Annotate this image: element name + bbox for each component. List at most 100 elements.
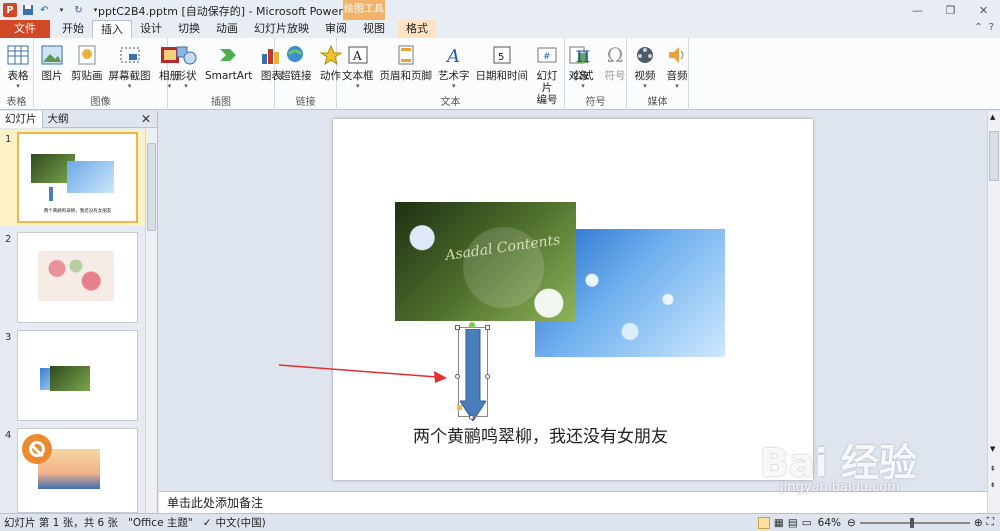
smartart-icon bbox=[216, 42, 242, 68]
pi-icon: π bbox=[575, 42, 591, 68]
help-icon[interactable]: ? bbox=[989, 22, 994, 33]
close-icon[interactable]: ✕ bbox=[967, 0, 1000, 20]
tab-animations[interactable]: 动画 bbox=[208, 20, 246, 38]
window-title: pptC2B4.pptm [自动保存的] - Microsoft PowerPo… bbox=[98, 5, 371, 18]
group-images: 图片 剪贴画 屏幕截图 ▾ 相册 ▾ 图像 bbox=[34, 38, 180, 110]
resize-handle[interactable] bbox=[455, 325, 460, 330]
thumb-floral-image bbox=[38, 251, 114, 301]
quick-access-toolbar: P ↶ ▾ ↻ ▾ bbox=[0, 3, 102, 17]
red-pointer-arrow bbox=[278, 364, 447, 383]
tab-review[interactable]: 审阅 bbox=[317, 20, 355, 38]
tab-transitions[interactable]: 切换 bbox=[170, 20, 208, 38]
globe-link-icon bbox=[283, 42, 309, 68]
slide-count: 幻灯片 第 1 张，共 6 张 bbox=[4, 517, 119, 529]
wordart-icon: A bbox=[441, 42, 467, 68]
normal-view-icon[interactable] bbox=[757, 516, 770, 529]
tab-file[interactable]: 文件 bbox=[0, 20, 50, 38]
status-bar: 幻灯片 第 1 张，共 6 张 "Office 主题" ✓ 中文(中国) ▦ ▤… bbox=[0, 513, 1000, 531]
speaker-icon bbox=[664, 42, 690, 68]
slideshow-icon[interactable]: ▭ bbox=[802, 517, 812, 529]
textbox-icon: A bbox=[345, 42, 371, 68]
editor-scrollbar[interactable]: ▲ ▼ ⇞ ⇟ bbox=[987, 111, 1000, 513]
svg-text:5: 5 bbox=[498, 52, 504, 63]
baidu-watermark-url: jingyan.baidu.com bbox=[780, 480, 900, 495]
tab-view[interactable]: 视图 bbox=[355, 20, 393, 38]
rotation-handle[interactable] bbox=[469, 322, 475, 328]
fit-to-window-icon[interactable]: ⛶ bbox=[987, 516, 994, 529]
panel-scrollbar[interactable] bbox=[145, 129, 156, 513]
zoom-slider[interactable] bbox=[859, 517, 970, 528]
reading-view-icon[interactable]: ▤ bbox=[788, 517, 798, 529]
clipart-icon bbox=[74, 42, 100, 68]
zoom-in-icon[interactable]: ⊕ bbox=[974, 517, 983, 529]
film-reel-icon bbox=[632, 42, 658, 68]
close-panel-icon[interactable]: ✕ bbox=[141, 112, 151, 126]
group-tables: 表格 ▾ 表格 bbox=[0, 38, 34, 110]
hidden-slide-icon bbox=[22, 434, 52, 464]
adjust-handle[interactable] bbox=[457, 405, 462, 410]
green-floral-image[interactable]: Asadal Contents bbox=[395, 202, 576, 321]
language[interactable]: 中文(中国) bbox=[216, 515, 266, 530]
scroll-down-icon[interactable]: ▼ bbox=[990, 445, 995, 453]
slide-thumbnail-3[interactable]: 3 bbox=[0, 328, 146, 422]
group-text: A 文本框 ▾ 页眉和页脚 A 艺术字 ▾ 5 日期和时间 # 幻灯片 编号 对… bbox=[337, 38, 590, 110]
tab-outline[interactable]: 大纲 bbox=[43, 111, 74, 128]
tab-insert[interactable]: 插入 bbox=[92, 20, 132, 38]
picture-icon bbox=[39, 42, 65, 68]
group-links: 超链接 动作 链接 bbox=[275, 38, 342, 110]
selection-box bbox=[458, 327, 488, 417]
collapse-ribbon-icon[interactable]: ⌃ bbox=[974, 22, 982, 33]
resize-handle[interactable] bbox=[469, 415, 474, 420]
image-script-text: Asadal Contents bbox=[444, 232, 562, 264]
zoom-level[interactable]: 64% bbox=[818, 517, 841, 529]
thumb-caption: 两个黄鹂鸣翠柳，我还没有女朋友 bbox=[43, 209, 112, 214]
group-media: 视频 ▾ 音频 ▾ 媒体 bbox=[627, 38, 689, 110]
tab-slideshow[interactable]: 幻灯片放映 bbox=[246, 20, 317, 38]
powerpoint-logo-icon[interactable]: P bbox=[3, 3, 17, 17]
slides-panel: 幻灯片 大纲 ✕ 1 两个黄鹂鸣翠柳，我还没有女朋友 2 3 4 bbox=[0, 110, 158, 513]
slide-thumbnail-4[interactable]: 4 bbox=[0, 426, 146, 513]
restore-icon[interactable]: ❐ bbox=[934, 0, 967, 20]
ribbon-tabs: 文件 开始 插入 设计 切换 动画 幻灯片放映 审阅 视图 格式 ⌃ ? bbox=[0, 20, 1000, 38]
chevron-down-icon: ▾ bbox=[16, 82, 20, 90]
resize-handle[interactable] bbox=[485, 325, 490, 330]
minimize-icon[interactable]: — bbox=[901, 0, 934, 20]
drawing-tools-contextual-label: 绘图工具 bbox=[343, 0, 385, 20]
group-illustrations: 形状 ▾ SmartArt 图表 插图 bbox=[168, 38, 282, 110]
zoom-out-icon[interactable]: ⊖ bbox=[847, 517, 856, 529]
header-footer-icon bbox=[393, 42, 419, 68]
baidu-watermark: Bai 经验 bbox=[760, 441, 917, 485]
theme-name: "Office 主题" bbox=[128, 517, 193, 529]
table-icon bbox=[5, 42, 31, 68]
thumb-green-image bbox=[50, 366, 90, 391]
slide-thumbnail-2[interactable]: 2 bbox=[0, 230, 146, 324]
slide-thumbnail-1[interactable]: 1 两个黄鹂鸣翠柳，我还没有女朋友 bbox=[0, 130, 146, 226]
title-bar: P ↶ ▾ ↻ ▾ pptC2B4.pptm [自动保存的] - Microso… bbox=[0, 0, 1000, 20]
current-slide[interactable]: Asadal Contents 两个黄鹂鸣翠柳，我还没有女朋友 bbox=[333, 119, 813, 480]
svg-text:A: A bbox=[352, 49, 362, 63]
save-icon[interactable] bbox=[21, 4, 34, 17]
tab-design[interactable]: 设计 bbox=[132, 20, 170, 38]
thumb-snow-image bbox=[67, 161, 114, 193]
tab-slides[interactable]: 幻灯片 bbox=[0, 110, 43, 128]
slide-caption[interactable]: 两个黄鹂鸣翠柳，我还没有女朋友 bbox=[413, 422, 733, 447]
slide-sorter-icon[interactable]: ▦ bbox=[774, 517, 784, 529]
calendar-icon: 5 bbox=[489, 42, 515, 68]
shapes-icon bbox=[173, 42, 199, 68]
redo-icon[interactable]: ↻ bbox=[72, 4, 85, 17]
tab-format[interactable]: 格式 bbox=[398, 20, 436, 38]
screenshot-icon bbox=[117, 42, 143, 68]
spellcheck-icon[interactable]: ✓ bbox=[203, 517, 212, 529]
undo-icon[interactable]: ↶ bbox=[38, 4, 51, 17]
next-slide-icon[interactable]: ⇟ bbox=[990, 481, 996, 489]
scroll-up-icon[interactable]: ▲ bbox=[990, 113, 995, 121]
previous-slide-icon[interactable]: ⇞ bbox=[990, 465, 996, 473]
svg-text:#: # bbox=[543, 52, 551, 62]
resize-handle[interactable] bbox=[485, 374, 490, 379]
dropdown-icon[interactable]: ▾ bbox=[55, 4, 68, 17]
omega-icon: Ω bbox=[606, 43, 624, 67]
ribbon: 表格 ▾ 表格 图片 剪贴画 屏幕截图 ▾ 相册 ▾ 图像 形状 ▾ Smart… bbox=[0, 38, 1000, 110]
resize-handle[interactable] bbox=[455, 374, 460, 379]
slide-number-icon: # bbox=[534, 42, 560, 68]
tab-home[interactable]: 开始 bbox=[54, 20, 92, 38]
